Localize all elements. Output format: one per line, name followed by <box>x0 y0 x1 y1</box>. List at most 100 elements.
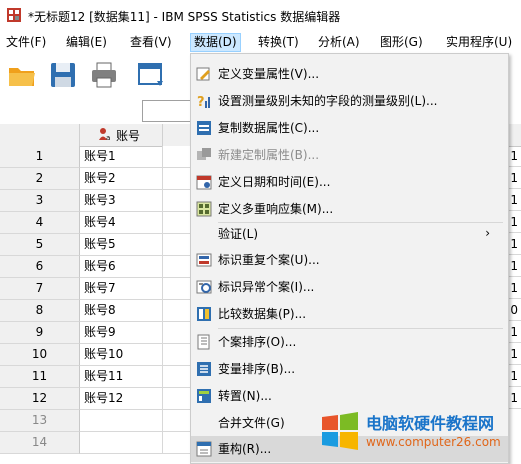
menu-bar: 文件(F) 编辑(E) 查看(V) 数据(D) 转换(T) 分析(A) 图形(G… <box>0 31 521 53</box>
table-cell[interactable] <box>163 388 190 410</box>
menu-item-label: 个案排序(O)... <box>218 335 297 349</box>
row-number[interactable]: 5 <box>0 234 80 256</box>
menu-item-new-custom-attribute[interactable]: 新建定制属性(B)... <box>191 142 508 168</box>
menu-item-define-multiple-response[interactable]: 定义多重响应集(M)... <box>191 196 508 222</box>
watermark-title: 电脑软硬件教程网 <box>366 414 495 433</box>
menu-item-label: 定义变量属性(V)... <box>218 67 320 81</box>
menu-item-label: 标识异常个案(I)... <box>218 280 315 294</box>
measurement-level-icon: ? <box>197 95 210 109</box>
table-cell[interactable]: 账号1 <box>80 146 163 168</box>
row-number[interactable]: 9 <box>0 322 80 344</box>
row-number[interactable]: 2 <box>0 168 80 190</box>
open-folder-icon[interactable] <box>6 59 38 91</box>
column-header-label: 账号 <box>116 129 141 143</box>
table-cell[interactable]: 账号6 <box>80 256 163 278</box>
table-cell[interactable] <box>163 300 190 322</box>
compare-datasets-icon <box>197 307 211 321</box>
menu-item-identify-unusual-cases[interactable]: 标识异常个案(I)... <box>191 274 508 300</box>
menu-item-define-dates[interactable]: 定义日期和时间(E)... <box>191 169 508 195</box>
transpose-icon <box>197 389 211 403</box>
table-cell[interactable] <box>163 278 190 300</box>
table-cell[interactable] <box>163 212 190 234</box>
menu-edit[interactable]: 编辑(E) <box>66 34 107 51</box>
menu-transform[interactable]: 转换(T) <box>258 34 299 51</box>
table-cell[interactable]: 账号8 <box>80 300 163 322</box>
grid-corner <box>0 124 80 147</box>
menu-item-label: 变量排序(B)... <box>218 362 296 376</box>
row-number[interactable]: 14 <box>0 432 80 454</box>
print-icon[interactable] <box>88 59 120 91</box>
sort-cases-icon <box>197 334 210 350</box>
watermark-url: www.computer26.com <box>366 435 501 449</box>
menu-item-compare-datasets[interactable]: 比较数据集(P)... <box>191 301 508 327</box>
site-watermark: 电脑软硬件教程网 www.computer26.com <box>316 407 521 462</box>
table-cell[interactable] <box>80 410 163 432</box>
define-properties-icon <box>196 67 210 81</box>
menu-item-label: 合并文件(G) <box>218 416 285 430</box>
spss-app-icon <box>7 8 21 22</box>
row-number[interactable]: 3 <box>0 190 80 212</box>
menu-item-label: 验证(L) <box>218 227 259 241</box>
menu-file[interactable]: 文件(F) <box>6 34 46 51</box>
table-cell[interactable]: 账号12 <box>80 388 163 410</box>
table-cell[interactable] <box>163 410 190 432</box>
row-number[interactable]: 1 <box>0 146 80 168</box>
row-number[interactable]: 7 <box>0 278 80 300</box>
menu-item-label: 定义日期和时间(E)... <box>218 175 331 189</box>
multiple-response-icon <box>196 201 212 217</box>
table-cell[interactable]: 账号10 <box>80 344 163 366</box>
table-cell[interactable] <box>163 190 190 212</box>
table-cell[interactable] <box>163 344 190 366</box>
menu-item-validation[interactable]: 验证(L) › <box>191 221 508 247</box>
table-cell[interactable] <box>163 146 190 168</box>
table-cell[interactable]: 账号2 <box>80 168 163 190</box>
menu-item-identify-duplicate-cases[interactable]: 标识重复个案(U)... <box>191 247 508 273</box>
menu-item-label: 标识重复个案(U)... <box>218 253 320 267</box>
menu-item-label: 比较数据集(P)... <box>218 307 307 321</box>
menu-item-label: 转置(N)... <box>218 389 272 403</box>
restructure-icon <box>196 441 212 457</box>
table-cell[interactable] <box>80 432 163 454</box>
menu-view[interactable]: 查看(V) <box>130 34 172 51</box>
row-number[interactable]: 8 <box>0 300 80 322</box>
menu-item-set-measurement-level[interactable]: ? 设置测量级别未知的字段的测量级别(L)... <box>191 88 508 114</box>
menu-analyze[interactable]: 分析(A) <box>318 34 360 51</box>
menu-item-sort-variables[interactable]: 变量排序(B)... <box>191 356 508 382</box>
table-cell[interactable] <box>163 256 190 278</box>
data-menu-dropdown: 定义变量属性(V)... ? 设置测量级别未知的字段的测量级别(L)... 复制… <box>190 53 509 464</box>
table-cell[interactable] <box>163 234 190 256</box>
unusual-cases-icon <box>196 280 212 294</box>
menu-data[interactable]: 数据(D) <box>190 33 241 52</box>
table-cell[interactable] <box>163 322 190 344</box>
row-number[interactable]: 10 <box>0 344 80 366</box>
table-cell[interactable]: 账号3 <box>80 190 163 212</box>
row-number[interactable]: 11 <box>0 366 80 388</box>
table-cell[interactable]: 账号7 <box>80 278 163 300</box>
menu-item-sort-cases[interactable]: 个案排序(O)... <box>191 329 508 355</box>
column-header-2[interactable] <box>163 124 191 147</box>
row-number[interactable]: 4 <box>0 212 80 234</box>
table-cell[interactable] <box>163 168 190 190</box>
menu-utilities[interactable]: 实用程序(U) <box>446 34 512 51</box>
svg-text:?: ? <box>197 95 205 109</box>
column-header[interactable]: a 账号 <box>80 124 163 147</box>
row-number[interactable]: 12 <box>0 388 80 410</box>
menu-item-label: 定义多重响应集(M)... <box>218 202 334 216</box>
save-icon[interactable] <box>47 59 79 91</box>
table-cell[interactable]: 账号11 <box>80 366 163 388</box>
string-variable-icon: a <box>99 128 110 141</box>
table-cell[interactable]: 账号4 <box>80 212 163 234</box>
menu-graphs[interactable]: 图形(G) <box>380 34 423 51</box>
cell-editor-input[interactable] <box>142 100 196 122</box>
row-number[interactable]: 6 <box>0 256 80 278</box>
menu-item-define-variable-properties[interactable]: 定义变量属性(V)... <box>191 61 508 87</box>
row-number[interactable]: 13 <box>0 410 80 432</box>
table-cell[interactable]: 账号5 <box>80 234 163 256</box>
menu-item-copy-data-properties[interactable]: 复制数据属性(C)... <box>191 115 508 141</box>
copy-properties-icon <box>197 121 211 135</box>
dialog-recall-icon[interactable] <box>135 59 167 91</box>
table-cell[interactable] <box>163 432 190 454</box>
table-cell[interactable]: 账号9 <box>80 322 163 344</box>
table-cell[interactable] <box>163 366 190 388</box>
menu-item-transpose[interactable]: 转置(N)... <box>191 383 508 409</box>
